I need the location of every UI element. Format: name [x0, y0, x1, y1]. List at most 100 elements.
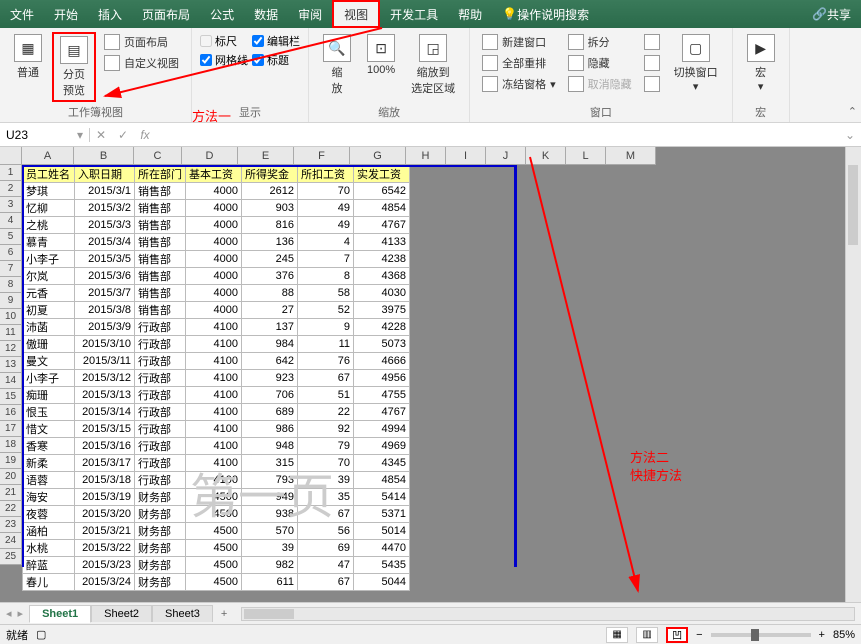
cell[interactable]: 137 — [242, 319, 298, 336]
menu-data[interactable]: 数据 — [244, 0, 288, 28]
col-header-G[interactable]: G — [350, 147, 406, 164]
cell[interactable]: 4100 — [186, 387, 242, 404]
cancel-formula-button[interactable]: ✕ — [90, 128, 112, 142]
ribbon-collapse-button[interactable]: ⌃ — [848, 105, 857, 118]
cell[interactable]: 2015/3/6 — [75, 268, 135, 285]
cell[interactable]: 4000 — [186, 268, 242, 285]
cell[interactable]: 财务部 — [135, 523, 186, 540]
cell[interactable]: 4000 — [186, 183, 242, 200]
zoom-button[interactable]: 🔍缩 放 — [317, 32, 357, 98]
cell[interactable]: 376 — [242, 268, 298, 285]
table-row[interactable]: 沛菡2015/3/9行政部410013794228 — [23, 319, 410, 336]
row-header-8[interactable]: 8 — [0, 277, 22, 293]
col-header-D[interactable]: D — [182, 147, 238, 164]
row-header-5[interactable]: 5 — [0, 229, 22, 245]
cell[interactable]: 4000 — [186, 302, 242, 319]
cell[interactable]: 2015/3/24 — [75, 574, 135, 591]
row-header-4[interactable]: 4 — [0, 213, 22, 229]
cell[interactable]: 沛菡 — [23, 319, 75, 336]
cell[interactable]: 56 — [298, 523, 354, 540]
row-header-6[interactable]: 6 — [0, 245, 22, 261]
cell[interactable]: 4500 — [186, 523, 242, 540]
cell[interactable]: 4228 — [354, 319, 410, 336]
header-cell[interactable]: 实发工资 — [354, 166, 410, 183]
cell[interactable]: 5014 — [354, 523, 410, 540]
cell[interactable]: 11 — [298, 336, 354, 353]
cell[interactable]: 938 — [242, 506, 298, 523]
cell[interactable]: 88 — [242, 285, 298, 302]
header-cell[interactable]: 所得奖金 — [242, 166, 298, 183]
page-layout-status-button[interactable]: ▥ — [636, 627, 658, 643]
cell[interactable]: 2015/3/19 — [75, 489, 135, 506]
col-header-A[interactable]: A — [22, 147, 74, 164]
cell[interactable]: 尔岚 — [23, 268, 75, 285]
cell[interactable]: 新柔 — [23, 455, 75, 472]
cell[interactable]: 水桃 — [23, 540, 75, 557]
header-cell[interactable]: 所扣工资 — [298, 166, 354, 183]
cell[interactable]: 69 — [298, 540, 354, 557]
cell[interactable]: 3975 — [354, 302, 410, 319]
cell[interactable]: 春儿 — [23, 574, 75, 591]
cell[interactable]: 793 — [242, 472, 298, 489]
cell[interactable]: 醉蓝 — [23, 557, 75, 574]
row-header-14[interactable]: 14 — [0, 373, 22, 389]
cell[interactable]: 行政部 — [135, 387, 186, 404]
cell[interactable]: 4969 — [354, 438, 410, 455]
cell[interactable]: 570 — [242, 523, 298, 540]
menu-view[interactable]: 视图 — [332, 0, 380, 28]
cell[interactable]: 5371 — [354, 506, 410, 523]
cell[interactable]: 2015/3/22 — [75, 540, 135, 557]
cell[interactable]: 2015/3/5 — [75, 251, 135, 268]
header-cell[interactable]: 员工姓名 — [23, 166, 75, 183]
cell[interactable]: 7 — [298, 251, 354, 268]
zoom-in-button[interactable]: + — [819, 629, 825, 641]
cell[interactable]: 2015/3/18 — [75, 472, 135, 489]
cell[interactable]: 销售部 — [135, 285, 186, 302]
custom-view-button[interactable]: 自定义视图 — [100, 53, 183, 73]
cell[interactable]: 315 — [242, 455, 298, 472]
cell[interactable]: 2015/3/16 — [75, 438, 135, 455]
cell[interactable]: 4500 — [186, 506, 242, 523]
cell[interactable]: 元香 — [23, 285, 75, 302]
sheet-nav[interactable]: ◂ ▸ — [0, 607, 29, 620]
cell[interactable]: 136 — [242, 234, 298, 251]
table-row[interactable]: 小李子2015/3/5销售部400024574238 — [23, 251, 410, 268]
cell[interactable]: 70 — [298, 183, 354, 200]
cell[interactable]: 慕青 — [23, 234, 75, 251]
table-row[interactable]: 小李子2015/3/12行政部4100923674956 — [23, 370, 410, 387]
cell[interactable]: 4100 — [186, 421, 242, 438]
cell[interactable]: 67 — [298, 370, 354, 387]
cell[interactable]: 982 — [242, 557, 298, 574]
cell[interactable]: 4100 — [186, 319, 242, 336]
sheet-nav-last-icon[interactable]: ▸ — [18, 607, 24, 620]
cell[interactable]: 傲珊 — [23, 336, 75, 353]
col-header-J[interactable]: J — [486, 147, 526, 164]
cell[interactable]: 4000 — [186, 234, 242, 251]
table-row[interactable]: 醉蓝2015/3/23财务部4500982475435 — [23, 557, 410, 574]
cell[interactable]: 5414 — [354, 489, 410, 506]
cell[interactable]: 49 — [298, 200, 354, 217]
col-header-F[interactable]: F — [294, 147, 350, 164]
vertical-scrollbar[interactable] — [845, 147, 861, 602]
cell[interactable]: 涵柏 — [23, 523, 75, 540]
cell[interactable]: 2015/3/3 — [75, 217, 135, 234]
fx-button[interactable]: fx — [134, 128, 156, 142]
cell[interactable]: 惜文 — [23, 421, 75, 438]
cell[interactable]: 4 — [298, 234, 354, 251]
cell[interactable]: 2015/3/20 — [75, 506, 135, 523]
cell[interactable]: 2015/3/1 — [75, 183, 135, 200]
cell[interactable]: 曼文 — [23, 353, 75, 370]
cell[interactable]: 689 — [242, 404, 298, 421]
horizontal-scrollbar[interactable] — [241, 607, 855, 621]
page-layout-view-button[interactable]: 页面布局 — [100, 32, 183, 52]
formula-bar-checkbox[interactable]: 编辑栏 — [252, 32, 300, 50]
cell[interactable]: 忆柳 — [23, 200, 75, 217]
cell[interactable]: 706 — [242, 387, 298, 404]
cell[interactable]: 4345 — [354, 455, 410, 472]
cell[interactable]: 销售部 — [135, 217, 186, 234]
cell[interactable]: 2015/3/14 — [75, 404, 135, 421]
cell[interactable]: 2015/3/4 — [75, 234, 135, 251]
cell[interactable]: 4000 — [186, 251, 242, 268]
row-header-7[interactable]: 7 — [0, 261, 22, 277]
row-header-11[interactable]: 11 — [0, 325, 22, 341]
